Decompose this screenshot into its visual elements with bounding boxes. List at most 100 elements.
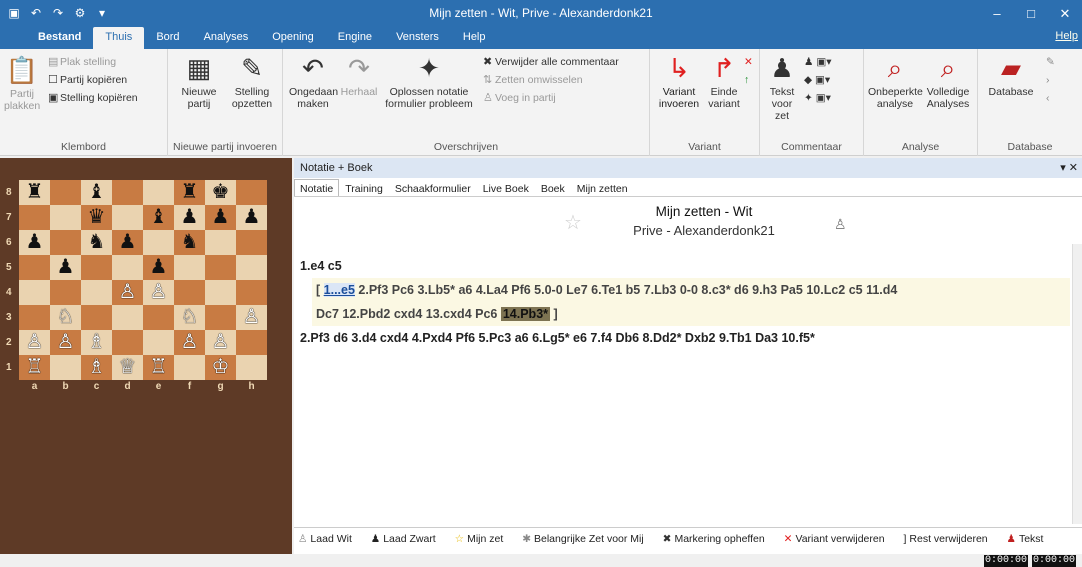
square-g7[interactable]: ♟ (205, 205, 236, 230)
copy-game-button[interactable]: ☐ Partij kopiëren (48, 73, 127, 87)
square-f5[interactable] (174, 255, 205, 280)
tab-thuis[interactable]: Thuis (93, 27, 145, 49)
vertical-scrollbar[interactable] (1072, 244, 1082, 524)
square-d1[interactable]: ♕ (112, 355, 143, 380)
square-b2[interactable]: ♙ (50, 330, 81, 355)
chess-piece[interactable]: ♙ (181, 330, 199, 355)
square-g1[interactable]: ♔ (205, 355, 236, 380)
chess-piece[interactable]: ♝ (150, 205, 168, 230)
tab-bord[interactable]: Bord (144, 27, 191, 49)
chess-piece[interactable]: ♗ (88, 355, 106, 380)
square-a4[interactable] (19, 280, 50, 305)
chess-piece[interactable]: ♖ (26, 355, 44, 380)
chess-piece[interactable]: ♖ (150, 355, 168, 380)
square-h6[interactable] (236, 230, 267, 255)
square-b5[interactable]: ♟ (50, 255, 81, 280)
square-c8[interactable]: ♝ (81, 180, 112, 205)
tab-schaakformulier[interactable]: Schaakformulier (389, 179, 477, 197)
square-h5[interactable] (236, 255, 267, 280)
square-b4[interactable] (50, 280, 81, 305)
square-h4[interactable] (236, 280, 267, 305)
square-d6[interactable]: ♟ (112, 230, 143, 255)
square-h3[interactable]: ♙ (236, 305, 267, 330)
square-a8[interactable]: ♜ (19, 180, 50, 205)
square-e5[interactable]: ♟ (143, 255, 174, 280)
square-d7[interactable] (112, 205, 143, 230)
square-a3[interactable] (19, 305, 50, 330)
square-c2[interactable]: ♗ (81, 330, 112, 355)
delete-variant-icon[interactable]: ✕ (744, 55, 753, 69)
chess-piece[interactable]: ♞ (181, 230, 199, 255)
square-g5[interactable] (205, 255, 236, 280)
chess-piece[interactable]: ♙ (150, 280, 168, 305)
square-a6[interactable]: ♟ (19, 230, 50, 255)
square-g4[interactable] (205, 280, 236, 305)
square-a2[interactable]: ♙ (19, 330, 50, 355)
chess-piece[interactable]: ♟ (243, 205, 261, 230)
tab-boek[interactable]: Boek (535, 179, 571, 197)
tab-help[interactable]: Help (451, 27, 498, 49)
chess-piece[interactable]: ♘ (181, 305, 199, 330)
db-forward-icon[interactable]: › (1046, 73, 1050, 87)
square-e7[interactable]: ♝ (143, 205, 174, 230)
square-b7[interactable] (50, 205, 81, 230)
square-c6[interactable]: ♞ (81, 230, 112, 255)
chess-piece[interactable]: ♟ (212, 205, 230, 230)
chess-piece[interactable]: ♟ (26, 230, 44, 255)
minimize-button[interactable]: – (980, 0, 1014, 27)
chess-piece[interactable]: ♔ (212, 355, 230, 380)
insert-game-button[interactable]: ♙ Voeg in partij (483, 91, 556, 105)
text-button[interactable]: ♟ Tekst (1007, 533, 1052, 545)
move-list[interactable]: 1.e4 c5 [ 1...e5 2.Pf3 Pc6 3.Lb5* a6 4.L… (300, 254, 1070, 350)
tab-vensters[interactable]: Vensters (384, 27, 451, 49)
square-h1[interactable] (236, 355, 267, 380)
square-d2[interactable] (112, 330, 143, 355)
paste-position-button[interactable]: ▤ Plak stelling (48, 55, 116, 69)
chess-piece[interactable]: ♙ (57, 330, 75, 355)
square-f3[interactable]: ♘ (174, 305, 205, 330)
square-c4[interactable] (81, 280, 112, 305)
main-line-continuation[interactable]: 2.Pf3 d6 3.d4 cxd4 4.Pxd4 Pf6 5.Pc3 a6 6… (300, 326, 1070, 350)
annotation-symbols-icon[interactable]: ♟ ▣▾ (804, 55, 832, 69)
chessboard[interactable]: ♜ ♝ ♜ ♚ ♛ ♝ ♟ ♟ ♟ ♟ ♞ ♟ ♞ ♟ ♟ ♙ ♙ ♘ ♘ ♙ ♙ ♙ ♗ ♙ ♙ ♖ ♗ ♕ ♖ ♔ (19, 180, 267, 380)
square-f8[interactable]: ♜ (174, 180, 205, 205)
help-link[interactable]: Help (1055, 30, 1078, 42)
redo-button[interactable]: ↷ Herhaal (339, 53, 379, 98)
load-black-button[interactable]: ♟ Laad Zwart (371, 533, 444, 545)
square-c3[interactable] (81, 305, 112, 330)
square-b6[interactable] (50, 230, 81, 255)
star-icon[interactable]: ☆ (564, 210, 582, 235)
chess-piece[interactable]: ♟ (57, 255, 75, 280)
square-b1[interactable] (50, 355, 81, 380)
square-h7[interactable]: ♟ (236, 205, 267, 230)
chess-piece[interactable]: ♙ (212, 330, 230, 355)
square-f7[interactable]: ♟ (174, 205, 205, 230)
chess-piece[interactable]: ♘ (57, 305, 75, 330)
square-a1[interactable]: ♖ (19, 355, 50, 380)
square-f4[interactable] (174, 280, 205, 305)
chess-piece[interactable]: ♙ (243, 305, 261, 330)
main-line-start[interactable]: 1.e4 c5 (300, 254, 1070, 278)
square-e6[interactable] (143, 230, 174, 255)
setup-position-button[interactable]: ✎ Stelling opzetten (226, 53, 278, 110)
tab-notatie[interactable]: Notatie (294, 179, 340, 197)
square-f1[interactable] (174, 355, 205, 380)
square-a7[interactable] (19, 205, 50, 230)
square-a5[interactable] (19, 255, 50, 280)
enter-variant-button[interactable]: ↳ Variant invoeren (654, 53, 704, 110)
important-move-button[interactable]: ✱ Belangrijke Zet voor Mij (522, 533, 652, 545)
promote-variant-icon[interactable]: ↑ (744, 73, 749, 87)
square-d8[interactable] (112, 180, 143, 205)
pane-menu-icon[interactable]: ▾ ✕ (1060, 158, 1078, 178)
my-move-button[interactable]: ☆ Mijn zet (455, 533, 512, 545)
end-variant-button[interactable]: ↱ Einde variant (704, 53, 744, 110)
chess-piece[interactable]: ♟ (119, 230, 137, 255)
square-b3[interactable]: ♘ (50, 305, 81, 330)
full-analysis-button[interactable]: ⌕ Volledige Analyses (922, 53, 974, 110)
tab-analyses[interactable]: Analyses (192, 27, 261, 49)
square-h8[interactable] (236, 180, 267, 205)
chess-piece[interactable]: ♜ (26, 180, 44, 205)
tab-opening[interactable]: Opening (260, 27, 326, 49)
new-game-button[interactable]: ▦ Nieuwe partij (174, 53, 224, 110)
square-g2[interactable]: ♙ (205, 330, 236, 355)
